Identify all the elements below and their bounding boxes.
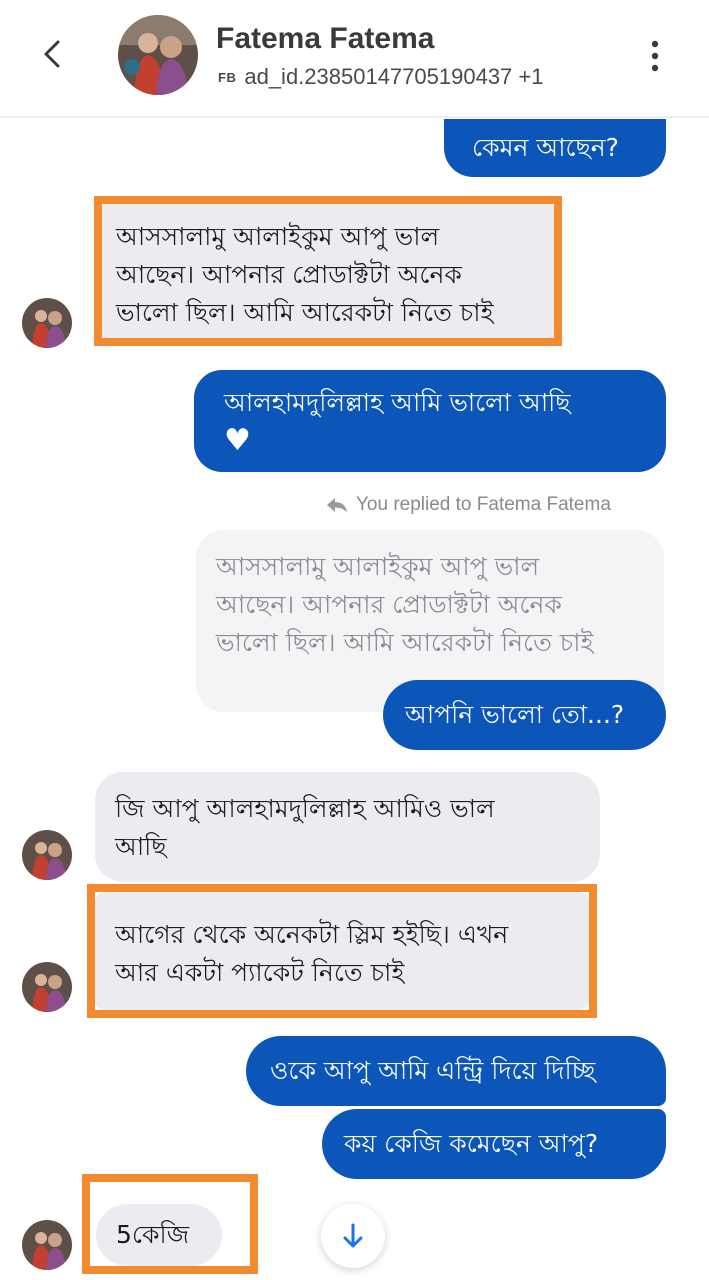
message-text: ওকে আপু আমি এন্ট্রি দিয়ে দিচ্ছি (270, 1056, 596, 1085)
scroll-to-bottom-button[interactable] (321, 1204, 385, 1268)
contact-avatar-small[interactable] (22, 830, 72, 880)
reply-label: You replied to Fatema Fatema (356, 494, 611, 515)
contact-avatar[interactable] (118, 15, 198, 95)
facebook-source-tag: FB (218, 69, 237, 85)
back-button[interactable] (36, 34, 72, 74)
incoming-message[interactable]: 5কেজি (96, 1204, 222, 1266)
arrow-down-icon (343, 1223, 363, 1248)
more-vertical-icon (651, 40, 659, 72)
outgoing-message[interactable]: কয় কেজি কমেছেন আপু? (322, 1109, 666, 1179)
reply-indicator: You replied to Fatema Fatema (326, 494, 611, 516)
ad-id-subtitle: ad_id.23850147705190437 +1 (244, 64, 544, 89)
contact-avatar-small[interactable] (22, 298, 72, 348)
message-text: ভালো ছিল। আমি আরেকটা নিতে চাই (116, 298, 494, 327)
message-text: আলহামদুলিল্লাহ আমি ভালো আছি (224, 388, 571, 417)
outgoing-message[interactable]: আলহামদুলিল্লাহ আমি ভালো আছি ♥ (194, 370, 666, 472)
chat-header: Fatema Fatema FB ad_id.23850147705190437… (0, 0, 709, 118)
message-text: জি আপু আলহামদুলিল্লাহ আমিও ভাল (115, 794, 495, 823)
message-text: কয় কেজি কমেছেন আপু? (344, 1129, 599, 1158)
more-options-button[interactable] (642, 38, 668, 74)
contact-avatar-small[interactable] (22, 962, 72, 1012)
outgoing-message[interactable]: আপনি ভালো তো...? (383, 680, 666, 750)
message-text: আর একটা প্যাকেট নিতে চাই (115, 958, 405, 987)
message-text: আছি (115, 832, 167, 861)
outgoing-message[interactable]: কেমন আছেন? (444, 119, 666, 177)
contact-name[interactable]: Fatema Fatema (216, 22, 434, 56)
message-text: 5কেজি (116, 1220, 190, 1249)
quoted-text: আসসালামু আলাইকুম আপু ভাল (216, 552, 540, 581)
heart-icon: ♥ (224, 423, 251, 458)
quoted-text: আছেন। আপনার প্রোডাক্টটা অনেক (216, 590, 562, 619)
message-text: আসসালামু আলাইকুম আপু ভাল (116, 222, 440, 251)
message-text: কেমন আছেন? (472, 133, 619, 162)
incoming-message[interactable]: আসসালামু আলাইকুম আপু ভাল আছেন। আপনার প্র… (102, 204, 554, 338)
contact-subtitle-row: FB ad_id.23850147705190437 +1 (218, 64, 543, 90)
incoming-message[interactable]: আগের থেকে অনেকটা স্লিম হইছি। এখন আর একটা… (95, 892, 589, 1010)
message-text: আগের থেকে অনেকটা স্লিম হইছি। এখন (115, 920, 509, 949)
quoted-text: ভালো ছিল। আমি আরেকটা নিতে চাই (216, 628, 594, 657)
reply-arrow-icon (327, 498, 347, 512)
contact-avatar-small[interactable] (22, 1220, 72, 1270)
message-text: আপনি ভালো তো...? (405, 700, 625, 729)
message-text: আছেন। আপনার প্রোডাক্টটা অনেক (116, 260, 462, 289)
outgoing-message[interactable]: ওকে আপু আমি এন্ট্রি দিয়ে দিচ্ছি (246, 1036, 666, 1106)
chevron-left-icon (44, 40, 60, 68)
incoming-message[interactable]: জি আপু আলহামদুলিল্লাহ আমিও ভাল আছি (95, 772, 600, 882)
